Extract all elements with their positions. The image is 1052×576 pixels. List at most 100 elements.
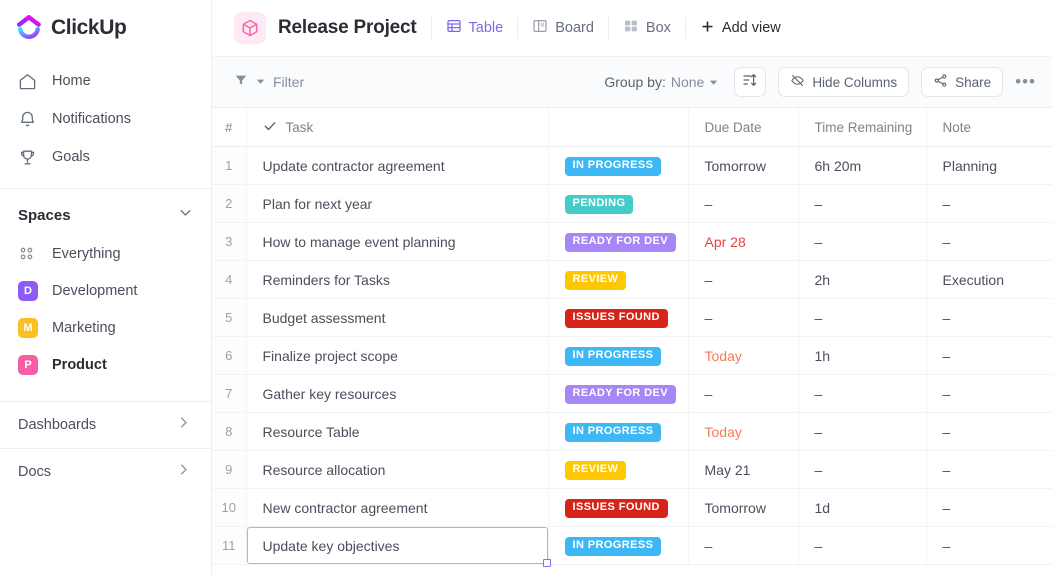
sort-button[interactable] [734, 67, 767, 97]
task-name-cell[interactable]: New contractor agreement [246, 488, 549, 527]
note-cell[interactable]: – [926, 222, 1052, 261]
column-header-task[interactable]: Task [246, 108, 549, 147]
column-header-status[interactable] [548, 108, 689, 147]
time-remaining-cell[interactable]: – [798, 412, 927, 451]
chevron-right-icon[interactable] [176, 415, 191, 435]
due-date-cell[interactable]: – [688, 260, 799, 299]
task-name-cell[interactable]: Budget assessment [246, 298, 549, 337]
note-cell[interactable]: – [926, 450, 1052, 489]
status-badge[interactable]: REVIEW [564, 461, 627, 480]
task-name-cell[interactable]: Finalize project scope [246, 336, 549, 375]
cell-resize-handle[interactable] [542, 559, 551, 567]
time-remaining-cell[interactable]: – [798, 526, 927, 565]
group-by-control[interactable]: Group by: None [604, 74, 718, 90]
time-remaining-cell[interactable]: 6h 20m [798, 146, 927, 185]
status-badge[interactable]: IN PROGRESS [564, 347, 662, 366]
chevron-down-icon[interactable] [178, 205, 193, 225]
spaces-section-header[interactable]: Spaces [0, 195, 211, 235]
tab-table[interactable]: Table [446, 18, 503, 38]
chevron-right-icon[interactable] [176, 462, 191, 482]
due-date-cell[interactable]: Tomorrow [688, 488, 799, 527]
note-cell[interactable]: – [926, 298, 1052, 337]
due-date-cell[interactable]: Apr 28 [688, 222, 799, 261]
table-row[interactable]: 5 Budget assessment ISSUES FOUND – – – [212, 298, 1052, 337]
table-row[interactable]: 2 Plan for next year PENDING – – – [212, 184, 1052, 223]
sidebar-item-everything[interactable]: Everything [0, 235, 211, 272]
sidebar-item-product[interactable]: P Product [0, 346, 211, 383]
status-cell[interactable]: READY FOR DEV [548, 222, 689, 261]
tab-board[interactable]: Board [532, 18, 594, 38]
sidebar-item-dashboards[interactable]: Dashboards [0, 402, 211, 448]
note-cell[interactable]: Planning [926, 146, 1052, 185]
note-cell[interactable]: – [926, 488, 1052, 527]
status-cell[interactable]: ISSUES FOUND [548, 298, 689, 337]
column-header-note[interactable]: Note [926, 108, 1052, 147]
due-date-cell[interactable]: – [688, 298, 799, 337]
note-cell[interactable]: – [926, 374, 1052, 413]
status-cell[interactable]: PENDING [548, 184, 689, 223]
filter-button[interactable]: Filter [234, 73, 304, 92]
due-date-cell[interactable]: Tomorrow [688, 146, 799, 185]
table-row[interactable]: 8 Resource Table IN PROGRESS Today – – [212, 412, 1052, 451]
task-name-cell[interactable]: How to manage event planning [246, 222, 549, 261]
note-cell[interactable]: – [926, 184, 1052, 223]
status-cell[interactable]: IN PROGRESS [548, 412, 689, 451]
due-date-cell[interactable]: Today [688, 412, 799, 451]
status-badge[interactable]: ISSUES FOUND [564, 499, 668, 518]
sidebar-item-marketing[interactable]: M Marketing [0, 309, 211, 346]
sidebar-item-goals[interactable]: Goals [0, 138, 211, 176]
time-remaining-cell[interactable]: 1d [798, 488, 927, 527]
task-name-cell[interactable]: Resource Table [246, 412, 549, 451]
status-cell[interactable]: REVIEW [548, 260, 689, 299]
due-date-cell[interactable]: – [688, 374, 799, 413]
due-date-cell[interactable]: Today [688, 336, 799, 375]
due-date-cell[interactable]: May 21 [688, 450, 799, 489]
status-cell[interactable]: REVIEW [548, 450, 689, 489]
time-remaining-cell[interactable]: – [798, 298, 927, 337]
sidebar-item-home[interactable]: Home [0, 62, 211, 100]
more-options-button[interactable]: ••• [1015, 72, 1036, 92]
table-row[interactable]: 3 How to manage event planning READY FOR D… [212, 222, 1052, 261]
status-badge[interactable]: IN PROGRESS [564, 157, 662, 176]
status-badge[interactable]: READY FOR DEV [564, 233, 676, 252]
sidebar-item-development[interactable]: D Development [0, 272, 211, 309]
status-cell[interactable]: IN PROGRESS [548, 526, 689, 565]
task-name-cell[interactable]: Gather key resources [246, 374, 549, 413]
note-cell[interactable]: Execution [926, 260, 1052, 299]
column-header-due-date[interactable]: Due Date [688, 108, 799, 147]
status-badge[interactable]: PENDING [564, 195, 634, 214]
note-cell[interactable]: – [926, 412, 1052, 451]
time-remaining-cell[interactable]: 2h [798, 260, 927, 299]
table-row[interactable]: 1 Update contractor agreement IN PROGRESS T… [212, 146, 1052, 185]
task-name-cell[interactable]: Resource allocation [246, 450, 549, 489]
time-remaining-cell[interactable]: – [798, 222, 927, 261]
status-cell[interactable]: IN PROGRESS [548, 146, 689, 185]
time-remaining-cell[interactable]: – [798, 374, 927, 413]
time-remaining-cell[interactable]: 1h [798, 336, 927, 375]
hide-columns-button[interactable]: Hide Columns [778, 67, 910, 97]
status-badge[interactable]: REVIEW [564, 271, 627, 290]
task-name-cell[interactable]: Update key objectives [246, 526, 551, 567]
add-view-button[interactable]: Add view [700, 19, 781, 38]
status-cell[interactable]: IN PROGRESS [548, 336, 689, 375]
column-header-time-remaining[interactable]: Time Remaining [798, 108, 927, 147]
time-remaining-cell[interactable]: – [798, 184, 927, 223]
status-badge[interactable]: ISSUES FOUND [564, 309, 668, 328]
table-row[interactable]: 10 New contractor agreement ISSUES FOUND To… [212, 488, 1052, 527]
due-date-cell[interactable]: – [688, 526, 799, 565]
note-cell[interactable]: – [926, 336, 1052, 375]
table-row[interactable]: 4 Reminders for Tasks REVIEW –2h Execution [212, 260, 1052, 299]
status-badge[interactable]: IN PROGRESS [564, 537, 662, 556]
status-badge[interactable]: READY FOR DEV [564, 385, 676, 404]
status-cell[interactable]: ISSUES FOUND [548, 488, 689, 527]
brand-logo[interactable]: ClickUp [0, 0, 211, 56]
column-header-num[interactable]: # [212, 108, 247, 147]
task-name-cell[interactable]: Plan for next year [246, 184, 549, 223]
task-name-cell[interactable]: Update contractor agreement [246, 146, 549, 185]
table-row[interactable]: 9 Resource allocation REVIEW May 21– – [212, 450, 1052, 489]
status-cell[interactable]: READY FOR DEV [548, 374, 689, 413]
task-name-cell[interactable]: Reminders for Tasks [246, 260, 549, 299]
note-cell[interactable]: – [926, 526, 1052, 565]
sidebar-item-docs[interactable]: Docs [0, 449, 211, 495]
table-row[interactable]: 6 Finalize project scope IN PROGRESS Today 1… [212, 336, 1052, 375]
